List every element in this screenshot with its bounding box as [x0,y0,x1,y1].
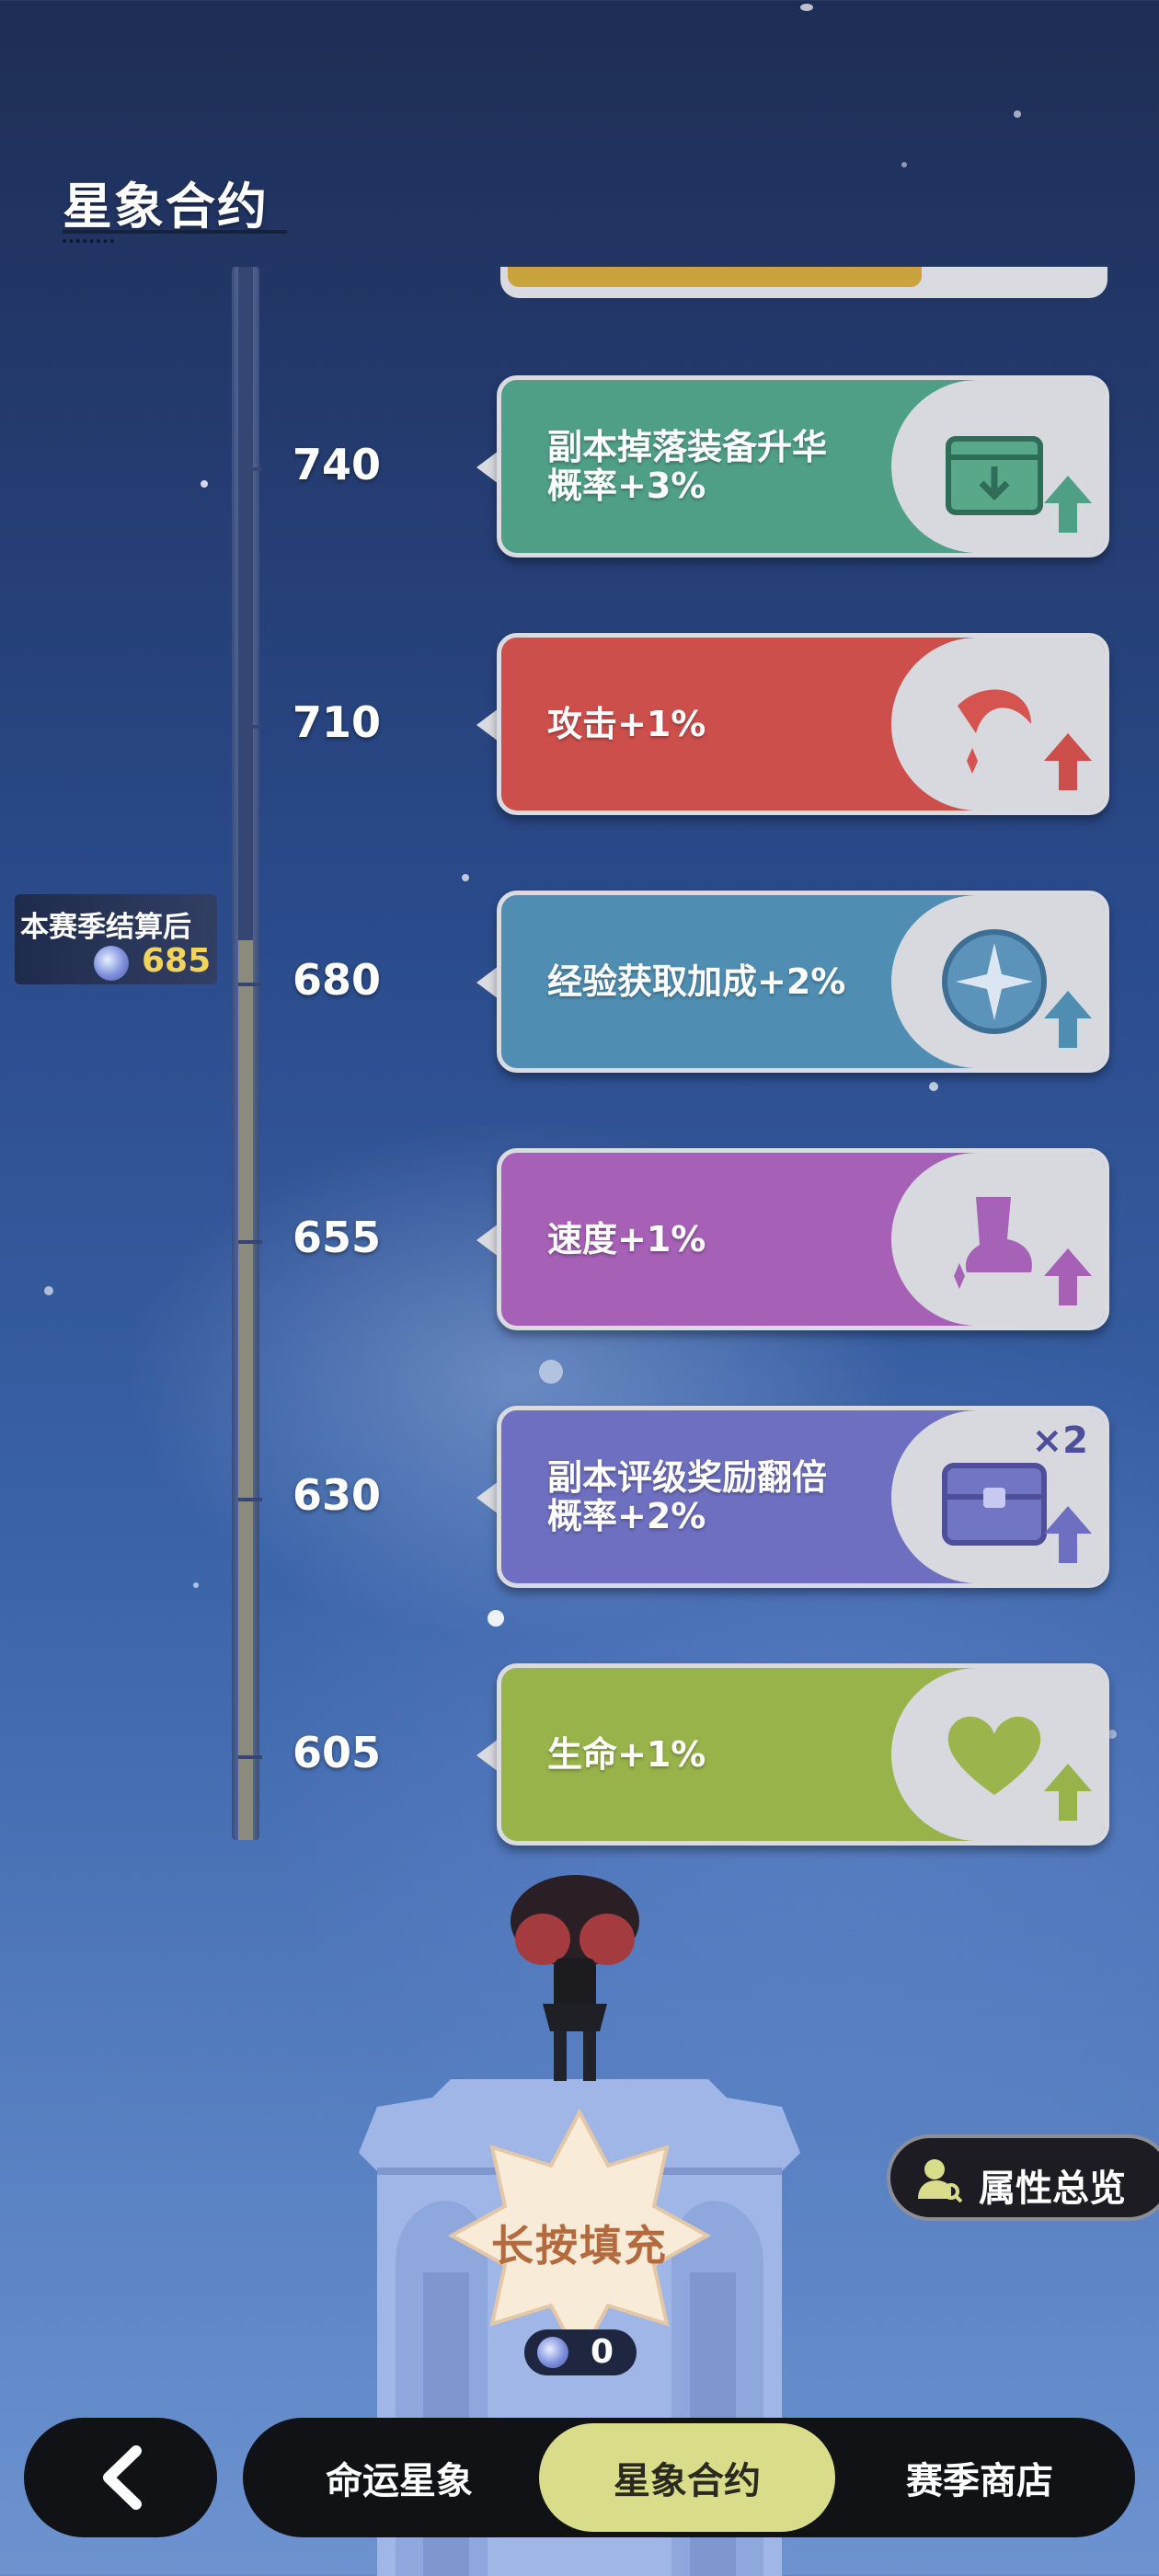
tier-card[interactable]: 经验获取加成+2% [497,891,1109,1073]
reward-line: 生命+1% [547,1734,706,1775]
track-tick [238,1498,262,1501]
upgrade-arrow-icon [1044,1248,1092,1305]
card-pointer [476,1224,499,1257]
tier-level: 740 [293,440,382,489]
previous-tier-progress [508,267,922,287]
double-badge: ×2 [1031,1420,1088,1462]
attribute-overview-label: 属性总览 [979,2168,1126,2210]
tier-card[interactable]: 副本掉落装备升华 概率+3% [497,375,1109,558]
card-pointer [476,1739,499,1772]
star-orb-icon [94,946,129,981]
background-star [488,1610,504,1627]
title-underline [63,230,287,234]
track-tick [238,983,262,986]
background-star [462,874,469,881]
card-pointer [476,966,499,999]
heart-icon [947,1716,1041,1795]
tier-level: 630 [293,1470,382,1520]
season-marker-value: 685 [142,942,212,980]
tier-reward-text: 速度+1% [547,1153,906,1326]
background-star [901,162,907,167]
tier-reward-text: 副本掉落装备升华 概率+3% [547,380,906,553]
tier-card[interactable]: 速度+1% [497,1148,1109,1330]
tier-level: 680 [293,955,382,1005]
progress-track-fill [238,940,253,1840]
character-sprite [511,1875,639,2081]
tier-card[interactable]: 攻击+1% [497,633,1109,815]
tier-level: 655 [293,1213,382,1262]
tier-level: 710 [293,697,382,747]
reward-line: 副本掉落装备升华 [547,427,828,467]
exp-compass-icon [942,929,1047,1034]
bottom-nav: 命运星象 星象合约 赛季商店 [243,2418,1135,2537]
upgrade-arrow-icon [1044,1764,1092,1821]
attribute-overview-button[interactable]: 属性总览 [887,2134,1159,2221]
background-star [800,4,813,11]
background-star [193,1582,199,1588]
fill-count: 0 [524,2329,637,2375]
previous-tier-card-partial[interactable] [500,267,1107,298]
season-marker-label: 本赛季结算后 [20,911,191,944]
star-orb-icon [537,2337,568,2368]
track-tick [238,725,262,729]
tier-reward-text: 生命+1% [547,1668,906,1841]
background-star [539,1360,563,1384]
tier-reward-text: 攻击+1% [547,638,906,811]
upgrade-arrow-icon [1044,1506,1092,1563]
track-tick [238,1240,262,1244]
page-title: 星象合约 [63,178,269,236]
chevron-left-icon [103,2445,142,2510]
season-marker: 本赛季结算后 685 [15,894,217,984]
equipment-box-icon [946,436,1043,515]
background-star [201,480,208,488]
tier-card[interactable]: 生命+1% [497,1663,1109,1846]
reward-line: 概率+2% [547,1496,706,1536]
back-button[interactable] [24,2418,217,2537]
reward-line: 概率+3% [547,466,706,506]
tab-constellation-contract[interactable]: 星象合约 [539,2423,835,2532]
upgrade-arrow-icon [1044,991,1092,1048]
tier-reward-text: 副本评级奖励翻倍 概率+2% [547,1410,906,1583]
fill-count-value: 0 [591,2333,614,2371]
upgrade-arrow-icon [1044,476,1092,533]
tier-card[interactable]: 副本评级奖励翻倍 概率+2% ×2 [497,1406,1109,1588]
fill-button-label[interactable]: 长按填充 [446,2213,713,2273]
card-pointer [476,708,499,742]
tab-season-shop[interactable]: 赛季商店 [839,2423,1120,2532]
track-tick [238,1755,262,1759]
speed-boot-icon [954,1197,1032,1289]
upgrade-arrow-icon [1044,733,1092,790]
track-tick [238,467,262,471]
attack-slash-icon [958,689,1031,774]
title-dots [63,239,114,243]
tier-level: 605 [293,1728,382,1777]
tab-fate-constellation[interactable]: 命运星象 [261,2423,537,2532]
background-star [44,1286,53,1295]
reward-line: 副本评级奖励翻倍 [547,1457,828,1498]
background-star [1014,110,1021,118]
tier-reward-text: 经验获取加成+2% [547,895,906,1068]
card-pointer [476,1481,499,1514]
reward-line: 攻击+1% [547,704,706,744]
background-star [929,1082,938,1091]
reward-line: 经验获取加成+2% [547,961,846,1002]
user-search-icon [918,2159,962,2202]
card-pointer [476,451,499,484]
reward-line: 速度+1% [547,1219,706,1259]
